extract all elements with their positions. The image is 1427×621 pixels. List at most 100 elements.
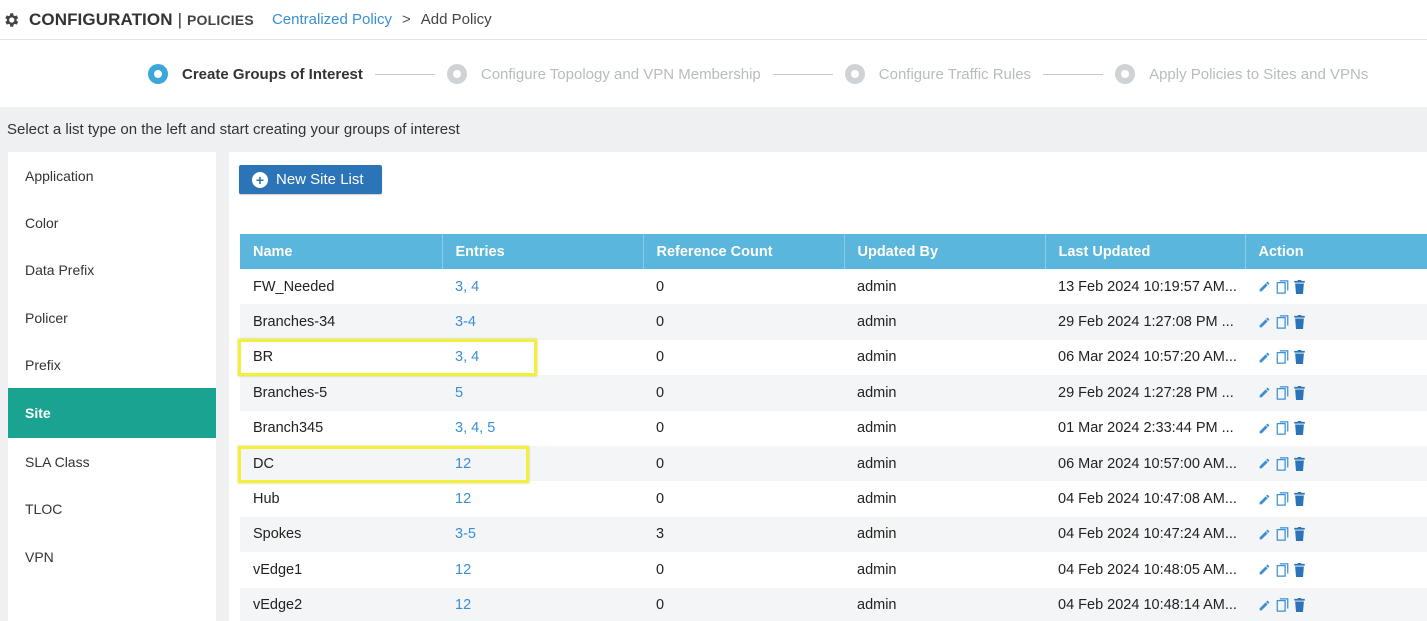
copy-icon[interactable] [1276, 563, 1289, 577]
column-header-updated-by[interactable]: Updated By [844, 234, 1046, 269]
trash-icon[interactable] [1294, 350, 1305, 365]
cell-entries-link[interactable]: 3-4 [442, 304, 643, 340]
step-connector [1043, 73, 1104, 75]
sidebar-item-tloc[interactable]: TLOC [8, 486, 216, 533]
step-apply-policies[interactable]: Apply Policies to Sites and VPNs [1115, 64, 1368, 84]
cell-entries-link[interactable]: 12 [442, 587, 643, 621]
cell-actions [1245, 411, 1427, 446]
table-row[interactable]: Branches-34 3-4 0 admin 29 Feb 2024 1:27:08 … [240, 304, 1427, 340]
cell-reference-count: 0 [643, 304, 844, 340]
pencil-icon[interactable] [1258, 316, 1271, 329]
copy-icon[interactable] [1276, 279, 1289, 294]
sidebar-item-data-prefix[interactable]: Data Prefix [8, 247, 216, 294]
cell-updated-by: admin [857, 349, 897, 366]
cell-last-updated: 04 Feb 2024 10:48:14 AM... [1045, 587, 1245, 621]
trash-icon[interactable] [1294, 421, 1305, 436]
cell-actions [1245, 269, 1427, 304]
pencil-icon[interactable] [1258, 457, 1271, 470]
step-inactive-dot-icon [844, 64, 865, 84]
cell-entries-link[interactable]: 3, 4, 5 [442, 411, 643, 446]
copy-icon[interactable] [1276, 456, 1289, 471]
cell-entries-link[interactable]: 5 [442, 375, 643, 411]
cell-name: Branches-34 [240, 304, 442, 340]
sidebar-item-vpn[interactable]: VPN [8, 533, 216, 580]
cell-actions [1245, 552, 1427, 587]
breadcrumb-centralized-policy[interactable]: Centralized Policy [272, 11, 392, 28]
cell-entries-link[interactable]: 12 [442, 552, 643, 587]
pencil-icon[interactable] [1258, 351, 1271, 364]
cell-entries-link[interactable]: 3, 4 [442, 269, 643, 304]
action-group [1258, 421, 1427, 436]
step-configure-topology[interactable]: Configure Topology and VPN Membership [446, 64, 761, 84]
table-row[interactable]: DC 12 0 admin 06 Mar 2024 10:57:00 AM... [240, 445, 1427, 482]
cell-name: vEdge1 [253, 561, 303, 578]
cell-entries-link[interactable]: 12 [442, 445, 643, 482]
pencil-icon[interactable] [1258, 386, 1271, 399]
cell-last-updated: 04 Feb 2024 10:47:08 AM... [1058, 491, 1237, 508]
cell-entries-link[interactable]: 12 [442, 481, 643, 516]
pencil-icon[interactable] [1258, 599, 1271, 612]
table-row[interactable]: Branch345 3, 4, 5 0 admin 01 Mar 2024 2:33:4… [240, 411, 1427, 446]
pencil-icon[interactable] [1258, 493, 1271, 506]
table-row[interactable]: vEdge1 12 0 admin 04 Feb 2024 10:48:05 AM... [240, 552, 1427, 587]
table-row[interactable]: Spokes 3-5 3 admin 04 Feb 2024 10:47:24 AM..… [240, 516, 1427, 553]
column-header-entries[interactable]: Entries [442, 234, 644, 269]
step-create-groups[interactable]: Create Groups of Interest [148, 64, 363, 84]
copy-icon[interactable] [1276, 421, 1289, 435]
trash-icon[interactable] [1294, 562, 1305, 577]
pencil-icon[interactable] [1258, 280, 1271, 293]
cell-reference-count: 0 [643, 587, 844, 621]
trash-icon[interactable] [1294, 315, 1305, 330]
copy-icon[interactable] [1276, 350, 1289, 365]
trash-icon[interactable] [1294, 598, 1305, 613]
cell-updated-by: admin [857, 278, 897, 295]
cell-reference-count: 0 [656, 278, 665, 295]
trash-icon[interactable] [1294, 456, 1305, 471]
sidebar-item-application[interactable]: Application [8, 152, 216, 199]
copy-icon[interactable] [1276, 315, 1289, 329]
breadcrumb-current: Add Policy [420, 11, 492, 28]
copy-icon[interactable] [1276, 598, 1289, 612]
table-row[interactable]: FW_Needed 3, 4 0 admin 13 Feb 2024 10:19:57 … [240, 269, 1427, 304]
sidebar-item-sla-class[interactable]: SLA Class [8, 438, 216, 485]
copy-icon[interactable] [1276, 527, 1289, 542]
trash-icon[interactable] [1294, 492, 1305, 507]
cell-entries-link[interactable]: 3-5 [442, 516, 643, 553]
sidebar-item-color[interactable]: Color [8, 199, 216, 246]
cell-updated-by: admin [857, 420, 897, 437]
cell-updated-by: admin [844, 304, 1045, 340]
pencil-icon[interactable] [1258, 528, 1271, 541]
action-group [1258, 350, 1427, 365]
trash-icon[interactable] [1294, 279, 1305, 294]
action-group [1258, 456, 1427, 471]
cell-updated-by: admin [844, 445, 1045, 482]
cell-name: Hub [253, 491, 280, 508]
column-header-reference-count[interactable]: Reference Count [643, 234, 845, 269]
sidebar-item-policer[interactable]: Policer [8, 294, 216, 341]
trash-icon[interactable] [1294, 385, 1305, 400]
step-connector [772, 73, 833, 75]
table-row[interactable]: Branches-5 5 0 admin 29 Feb 2024 1:27:28 PM … [240, 375, 1427, 411]
action-group [1258, 562, 1427, 577]
cell-entries-link[interactable]: 3, 4 [442, 340, 643, 375]
gear-icon [2, 11, 20, 29]
sidebar-item-prefix[interactable]: Prefix [8, 341, 216, 388]
table-row[interactable]: vEdge2 12 0 admin 04 Feb 2024 10:48:14 AM... [240, 587, 1427, 621]
column-header-last-updated[interactable]: Last Updated [1045, 234, 1246, 269]
pencil-icon[interactable] [1258, 422, 1271, 435]
trash-icon[interactable] [1294, 527, 1305, 542]
table-row[interactable]: Hub 12 0 admin 04 Feb 2024 10:47:08 AM... [240, 481, 1427, 516]
cell-reference-count: 3 [643, 516, 844, 553]
sidebar-item-site[interactable]: Site [8, 388, 216, 439]
cell-last-updated: 13 Feb 2024 10:19:57 AM... [1058, 278, 1237, 295]
cell-actions [1245, 304, 1427, 340]
table-row[interactable]: BR 3, 4 0 admin 06 Mar 2024 10:57:20 AM... [240, 340, 1427, 375]
column-header-name[interactable]: Name [240, 234, 443, 269]
pencil-icon[interactable] [1258, 563, 1271, 576]
action-group [1258, 598, 1427, 613]
new-site-list-button[interactable]: + New Site List [239, 165, 382, 194]
step-configure-traffic-rules[interactable]: Configure Traffic Rules [844, 64, 1031, 84]
copy-icon[interactable] [1276, 386, 1289, 400]
copy-icon[interactable] [1276, 492, 1289, 506]
instruction-text: Select a list type on the left and start… [0, 107, 1427, 151]
